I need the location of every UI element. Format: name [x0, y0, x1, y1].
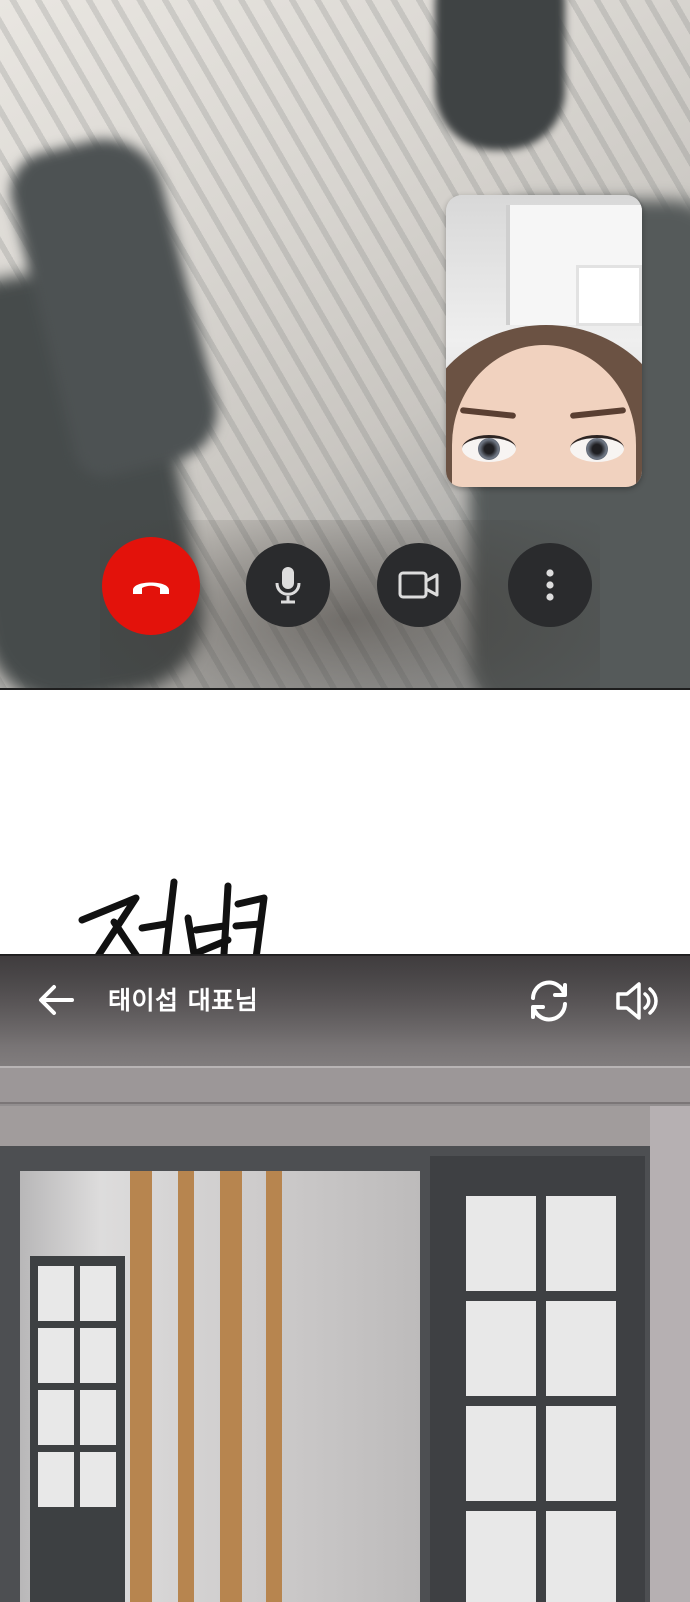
right-wall [650, 1106, 690, 1602]
glass-pane [546, 1301, 616, 1396]
more-options-button[interactable] [508, 543, 592, 627]
more-vertical-icon [546, 569, 554, 601]
pip-ceiling-light [576, 265, 642, 326]
pip-left-iris [478, 438, 500, 460]
blurred-shoe-right [435, 0, 565, 150]
glass-pane [80, 1452, 116, 1507]
glass-pane [466, 1301, 536, 1396]
glass-pane [546, 1196, 616, 1291]
glass-pane [38, 1266, 74, 1321]
left-window-door [30, 1256, 125, 1602]
right-french-door [430, 1156, 645, 1602]
pip-right-iris [586, 438, 608, 460]
glass-pane [38, 1452, 74, 1507]
camera-flip-icon[interactable] [524, 976, 574, 1026]
glass-pane [38, 1328, 74, 1383]
wood-stripe [178, 1171, 194, 1602]
room-view-panel [0, 954, 690, 1602]
wood-stripe [266, 1171, 282, 1602]
glass-pane [80, 1390, 116, 1445]
pip-left-eye [462, 435, 516, 462]
glass-pane [546, 1511, 616, 1602]
glass-pane [80, 1266, 116, 1321]
microphone-button[interactable] [246, 543, 330, 627]
glass-pane [38, 1390, 74, 1445]
video-camera-icon [398, 571, 439, 599]
video-call-panel [0, 0, 690, 690]
glass-pane [546, 1406, 616, 1501]
ceiling-molding [0, 1066, 690, 1104]
wood-stripe [130, 1171, 152, 1602]
wood-stripe [220, 1171, 242, 1602]
pip-right-eye [570, 435, 624, 462]
self-view-thumbnail[interactable] [446, 195, 642, 487]
caller-name: 태이섭 대표님 [108, 986, 259, 1015]
camera-button[interactable] [377, 543, 461, 627]
arrow-left-icon[interactable] [36, 980, 76, 1020]
phone-hangup-icon [133, 582, 169, 594]
call-header [0, 955, 690, 1045]
glass-pane [466, 1406, 536, 1501]
microphone-icon [275, 567, 301, 604]
speaker-icon[interactable] [614, 978, 660, 1024]
end-call-button[interactable] [102, 537, 200, 635]
glass-pane [466, 1511, 536, 1602]
wall-top [0, 1106, 690, 1146]
glass-pane [466, 1196, 536, 1291]
glass-pane [80, 1328, 116, 1383]
